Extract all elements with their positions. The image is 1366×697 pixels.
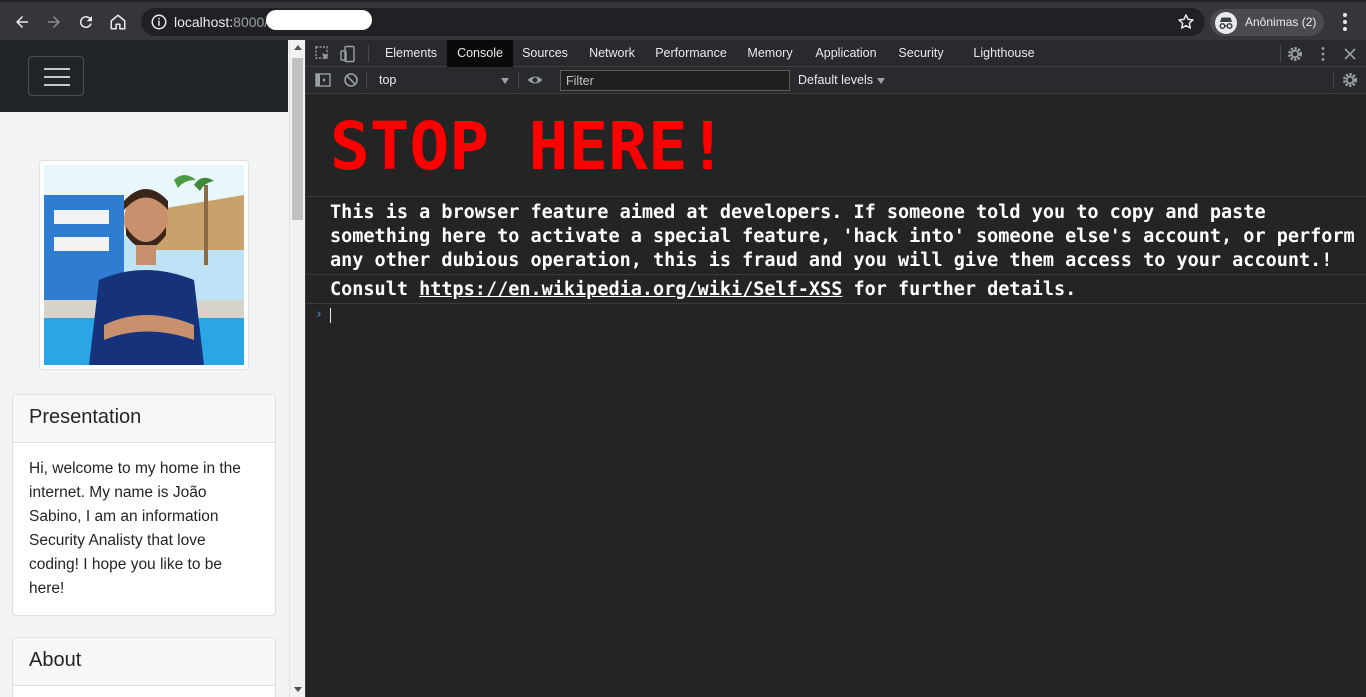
profile-photo (39, 160, 249, 370)
tab-console[interactable]: Console (447, 40, 513, 67)
consult-suffix: for further details. (842, 279, 1077, 300)
info-icon (151, 14, 167, 30)
arrow-right-icon (48, 16, 60, 28)
about-title: About (13, 638, 275, 686)
arrow-left-icon (16, 16, 28, 28)
context-value: top (379, 73, 397, 87)
tab-security[interactable]: Security (894, 40, 948, 67)
toolbar-divider (1280, 45, 1281, 62)
hamburger-bar (44, 84, 70, 86)
toolbar-divider (368, 45, 369, 62)
scroll-thumb[interactable] (292, 58, 303, 220)
tab-application[interactable]: Application (809, 40, 883, 67)
inspect-element-icon[interactable] (314, 45, 332, 63)
scroll-down-icon[interactable] (294, 687, 302, 692)
profile-photo-image (44, 165, 244, 365)
console-stop-message: STOP HERE! (306, 95, 1366, 197)
console-consult-message: Consult https://en.wikipedia.org/wiki/Se… (306, 275, 1366, 304)
tab-network[interactable]: Network (578, 40, 646, 67)
toolbar-divider (366, 72, 367, 89)
log-levels-label: Default levels (798, 73, 874, 87)
url-port: 8000/ (233, 14, 269, 30)
navbar-toggler-button[interactable] (28, 56, 84, 96)
close-devtools-icon[interactable] (1341, 45, 1359, 63)
device-toolbar-icon[interactable] (339, 45, 357, 63)
self-xss-link[interactable]: https://en.wikipedia.org/wiki/Self-XSS (419, 279, 842, 300)
chevron-down-icon (501, 78, 509, 84)
console-input-cursor[interactable] (330, 308, 331, 323)
reload-button[interactable] (72, 8, 100, 36)
toolbar-divider (1333, 72, 1334, 89)
tab-memory[interactable]: Memory (742, 40, 798, 67)
profile-label: Anônimas (2) (1245, 15, 1317, 29)
scroll-up-icon[interactable] (294, 45, 302, 50)
console-filter-input[interactable] (560, 70, 790, 91)
devtools-tab-bar: Elements Console Sources Network Perform… (306, 40, 1366, 67)
presentation-title: Presentation (13, 395, 275, 443)
consult-prefix: Consult (330, 279, 420, 300)
about-card: About (12, 637, 276, 697)
hamburger-bar (44, 68, 70, 70)
context-select[interactable]: top (373, 71, 511, 90)
home-button[interactable] (104, 8, 132, 36)
bookmark-star-icon[interactable] (1176, 12, 1196, 32)
sidebar-toggle-icon[interactable] (314, 71, 332, 89)
page-viewport: Presentation Hi, welcome to my home in t… (0, 40, 289, 697)
home-icon (110, 14, 126, 30)
url-text: localhost:8000/ (174, 14, 268, 30)
devtools-panel: Elements Console Sources Network Perform… (305, 40, 1366, 697)
clear-console-icon[interactable] (342, 71, 360, 89)
presentation-card: Presentation Hi, welcome to my home in t… (12, 394, 276, 616)
incognito-profile-button[interactable]: Anônimas (2) (1210, 9, 1324, 36)
browser-menu-icon[interactable] (1335, 11, 1355, 33)
console-prompt-chevron-icon: › (315, 307, 323, 322)
more-options-icon[interactable] (1314, 45, 1332, 63)
console-settings-gear-icon[interactable] (1341, 71, 1359, 89)
hamburger-bar (44, 76, 70, 78)
incognito-icon (1215, 12, 1237, 34)
console-output: STOP HERE! This is a browser feature aim… (306, 95, 1366, 697)
browser-toolbar: localhost:8000/ Anônimas (2) (0, 0, 1366, 40)
console-warning-message: This is a browser feature aimed at devel… (306, 197, 1366, 275)
tab-elements[interactable]: Elements (376, 40, 446, 67)
site-navbar (0, 40, 288, 112)
toolbar-divider (518, 72, 519, 89)
page-scrollbar[interactable] (289, 40, 305, 697)
live-expression-eye-icon[interactable] (526, 71, 544, 89)
settings-gear-icon[interactable] (1286, 45, 1304, 63)
log-levels-dropdown[interactable]: Default levels (798, 73, 886, 87)
chevron-down-icon (877, 77, 886, 84)
console-toolbar: top Default levels (306, 67, 1366, 94)
tab-lighthouse[interactable]: Lighthouse (966, 40, 1042, 67)
url-host: localhost: (174, 14, 234, 30)
reload-icon (79, 16, 92, 29)
forward-button[interactable] (40, 8, 68, 36)
back-button[interactable] (8, 8, 36, 36)
tab-sources[interactable]: Sources (514, 40, 576, 67)
tab-performance[interactable]: Performance (650, 40, 732, 67)
redaction-mask (266, 10, 372, 30)
presentation-text: Hi, welcome to my home in the internet. … (29, 460, 241, 597)
